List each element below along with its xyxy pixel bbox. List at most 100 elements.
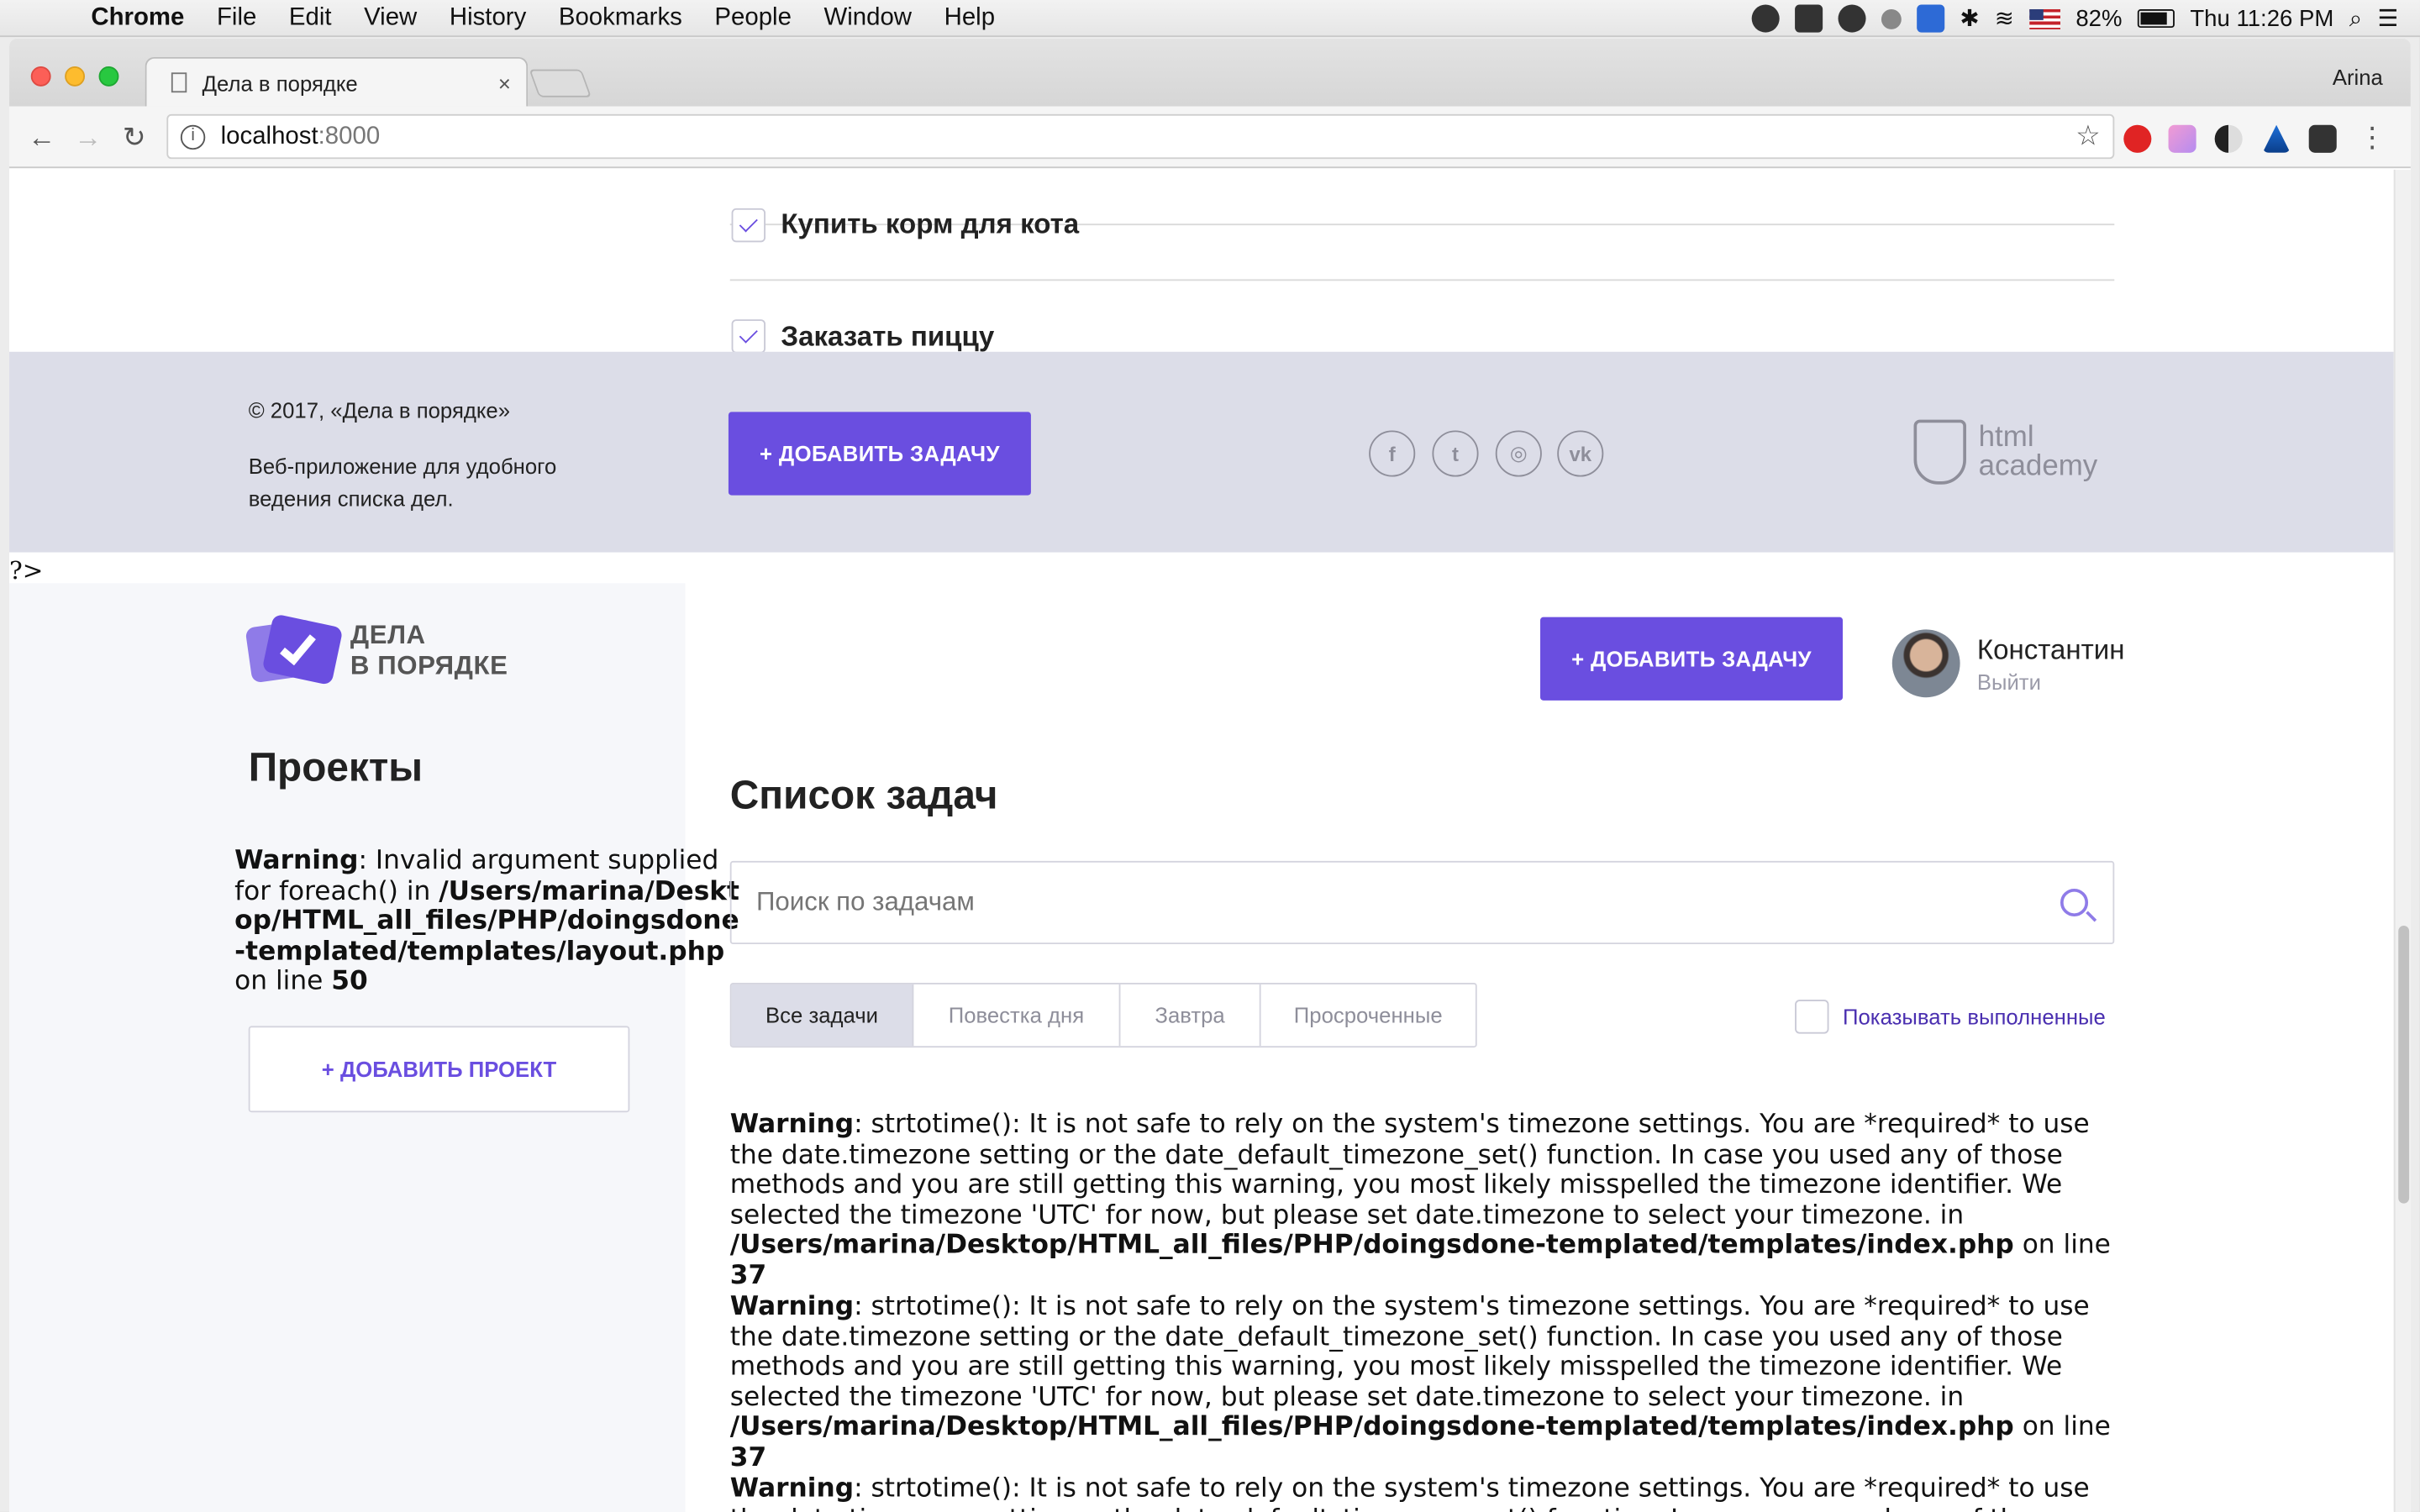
task-checkbox[interactable]	[731, 319, 766, 354]
dark-mode-extension-icon[interactable]	[2214, 124, 2243, 153]
search-input[interactable]	[755, 887, 2060, 918]
projects-title: Проекты	[248, 743, 424, 790]
chrome-menu-icon[interactable]: ⋮	[2355, 122, 2389, 155]
bookmark-star-icon[interactable]: ☆	[2075, 120, 2101, 153]
battery-percent[interactable]: 82%	[2075, 5, 2122, 31]
menu-bookmarks[interactable]: Bookmarks	[559, 4, 682, 32]
warning-label: Warning	[729, 1291, 855, 1323]
academy-logo-line1: html	[1978, 421, 2034, 454]
evernote-icon[interactable]	[1794, 4, 1823, 33]
warning-label: Warning	[234, 845, 359, 877]
close-window-button[interactable]	[30, 66, 51, 87]
php-warning-strtotime: Warning: strtotime(): It is not safe to …	[730, 1110, 2119, 1291]
menubar-status-area: ✱ ≋ 82% Thu 11:26 PM ⌕ ☰	[1751, 0, 2398, 37]
php-warning-strtotime: Warning: strtotime(): It is not safe to …	[730, 1473, 2119, 1512]
footer-add-task-button[interactable]: + ДОБАВИТЬ ЗАДАЧУ	[728, 412, 1031, 496]
menu-help[interactable]: Help	[944, 4, 995, 32]
vk-icon[interactable]: vk	[1557, 430, 1604, 477]
filter-all[interactable]: Все задачи	[731, 984, 914, 1047]
academy-logo-line2: academy	[1978, 450, 2098, 483]
menu-people[interactable]: People	[714, 4, 792, 32]
facebook-icon[interactable]: f	[1369, 430, 1416, 477]
filter-tomorrow[interactable]: Завтра	[1120, 984, 1261, 1047]
battery-icon[interactable]	[2137, 9, 2175, 29]
menu-window[interactable]: Window	[824, 4, 913, 32]
telegram-icon[interactable]	[1838, 4, 1866, 33]
warning-label: Warning	[729, 1109, 855, 1141]
bluetooth-icon[interactable]: ✱	[1960, 5, 1979, 32]
menu-history[interactable]: History	[450, 4, 526, 32]
camera-extension-icon[interactable]	[2308, 124, 2337, 153]
logo-wordmark: ДЕЛА В ПОРЯДКЕ	[350, 620, 508, 681]
tab-close-icon[interactable]: ×	[498, 71, 511, 95]
window-controls	[30, 66, 119, 87]
browser-toolbar: ← → ↻ i localhost :8000 ☆ ⋮	[9, 106, 2411, 169]
tab-strip: Дела в порядке × Arina	[9, 38, 2411, 107]
page-scrollbar[interactable]	[2393, 170, 2411, 1512]
php-warning-foreach: Warning: Invalid argument supplied for f…	[234, 845, 744, 997]
menu-file[interactable]: File	[217, 4, 256, 32]
instagram-icon[interactable]: ◎	[1495, 430, 1542, 477]
warning-path: /Users/marina/Desktop/HTML_all_files/PHP…	[729, 1411, 2014, 1443]
sidebar: ДЕЛА В ПОРЯДКЕ Проекты Warning: Invalid …	[9, 583, 739, 1512]
zoom-window-button[interactable]	[98, 66, 119, 87]
app-logo[interactable]: ДЕЛА В ПОРЯДКЕ	[245, 613, 508, 686]
warning-text: : strtotime(): It is not safe to rely on…	[729, 1109, 2090, 1231]
task-checkbox[interactable]	[731, 207, 766, 242]
scrollbar-thumb[interactable]	[2398, 926, 2410, 1204]
twitter-icon[interactable]: t	[1432, 430, 1479, 477]
screen: Chrome File Edit View History Bookmarks …	[0, 0, 2420, 1512]
gradient-extension-icon[interactable]	[2168, 124, 2196, 153]
browser-tab[interactable]: Дела в порядке ×	[145, 56, 529, 107]
search-icon[interactable]	[2060, 888, 2089, 916]
spotlight-icon[interactable]: ⌕	[2349, 5, 2362, 31]
profile-name[interactable]: Arina	[2333, 65, 2383, 89]
opera-vpn-extension-icon[interactable]	[2123, 124, 2152, 153]
wifi-icon[interactable]: ≋	[1995, 5, 2014, 32]
logo-checkmark-icon	[245, 613, 344, 686]
forward-arrow-icon[interactable]: →	[71, 122, 104, 155]
php-warning-strtotime: Warning: strtotime(): It is not safe to …	[729, 1291, 2119, 1473]
warning-line-number: 37	[729, 1259, 767, 1291]
back-arrow-icon[interactable]: ←	[24, 122, 58, 155]
macos-menubar: Chrome File Edit View History Bookmarks …	[0, 0, 2420, 38]
filter-overdue[interactable]: Просроченные	[1261, 984, 1476, 1046]
site-info-icon[interactable]: i	[180, 123, 206, 150]
avatar[interactable]	[1891, 629, 1960, 698]
warning-path: /Users/marina/Desktop/HTML_all_files/PHP…	[729, 1229, 2014, 1261]
drive-extension-icon[interactable]	[2262, 124, 2291, 153]
html-academy-logo[interactable]: html academy	[1913, 419, 2098, 485]
page-favicon-icon	[171, 72, 187, 93]
reload-icon[interactable]: ↻	[118, 122, 151, 155]
teamviewer-icon[interactable]	[1916, 4, 1944, 33]
url-port: :8000	[318, 123, 381, 150]
filter-agenda[interactable]: Повестка дня	[913, 984, 1121, 1047]
menubar-clock[interactable]: Thu 11:26 PM	[2190, 5, 2333, 31]
show-completed-toggle[interactable]: Показывать выполненные	[1793, 1000, 2106, 1034]
skype-icon[interactable]	[1751, 4, 1780, 33]
header-add-task-button[interactable]: + ДОБАВИТЬ ЗАДАЧУ	[1540, 617, 1844, 701]
logout-link[interactable]: Выйти	[1977, 669, 2125, 693]
logo-line2: В ПОРЯДКЕ	[350, 651, 508, 680]
user-menu[interactable]: Константин Выйти	[1891, 629, 2125, 698]
input-source-flag-icon[interactable]	[2029, 8, 2060, 29]
menu-edit[interactable]: Edit	[289, 4, 332, 32]
notification-center-icon[interactable]: ☰	[2378, 5, 2399, 32]
menu-app-name[interactable]: Chrome	[91, 4, 184, 32]
task-search	[729, 860, 2115, 945]
academy-logo-text: html academy	[1979, 423, 2098, 481]
warning-text: : strtotime(): It is not safe to rely on…	[730, 1473, 2090, 1512]
minimize-window-button[interactable]	[65, 66, 86, 87]
logo-line1: ДЕЛА	[350, 620, 426, 650]
menu-view[interactable]: View	[364, 4, 417, 32]
show-completed-checkbox[interactable]	[1795, 1000, 1829, 1034]
task-list-title: Список задач	[729, 771, 998, 818]
creative-cloud-icon[interactable]	[1881, 8, 1902, 29]
warning-line-number: 37	[729, 1441, 767, 1473]
new-tab-button[interactable]	[529, 69, 592, 97]
show-completed-label: Показывать выполненные	[1843, 1004, 2106, 1030]
address-bar[interactable]: i localhost :8000 ☆	[166, 113, 2115, 160]
add-project-button[interactable]: + ДОБАВИТЬ ПРОЕКТ	[248, 1026, 630, 1113]
task-row: Купить корм для кота	[729, 170, 2115, 281]
academy-shield-icon	[1913, 419, 1966, 485]
